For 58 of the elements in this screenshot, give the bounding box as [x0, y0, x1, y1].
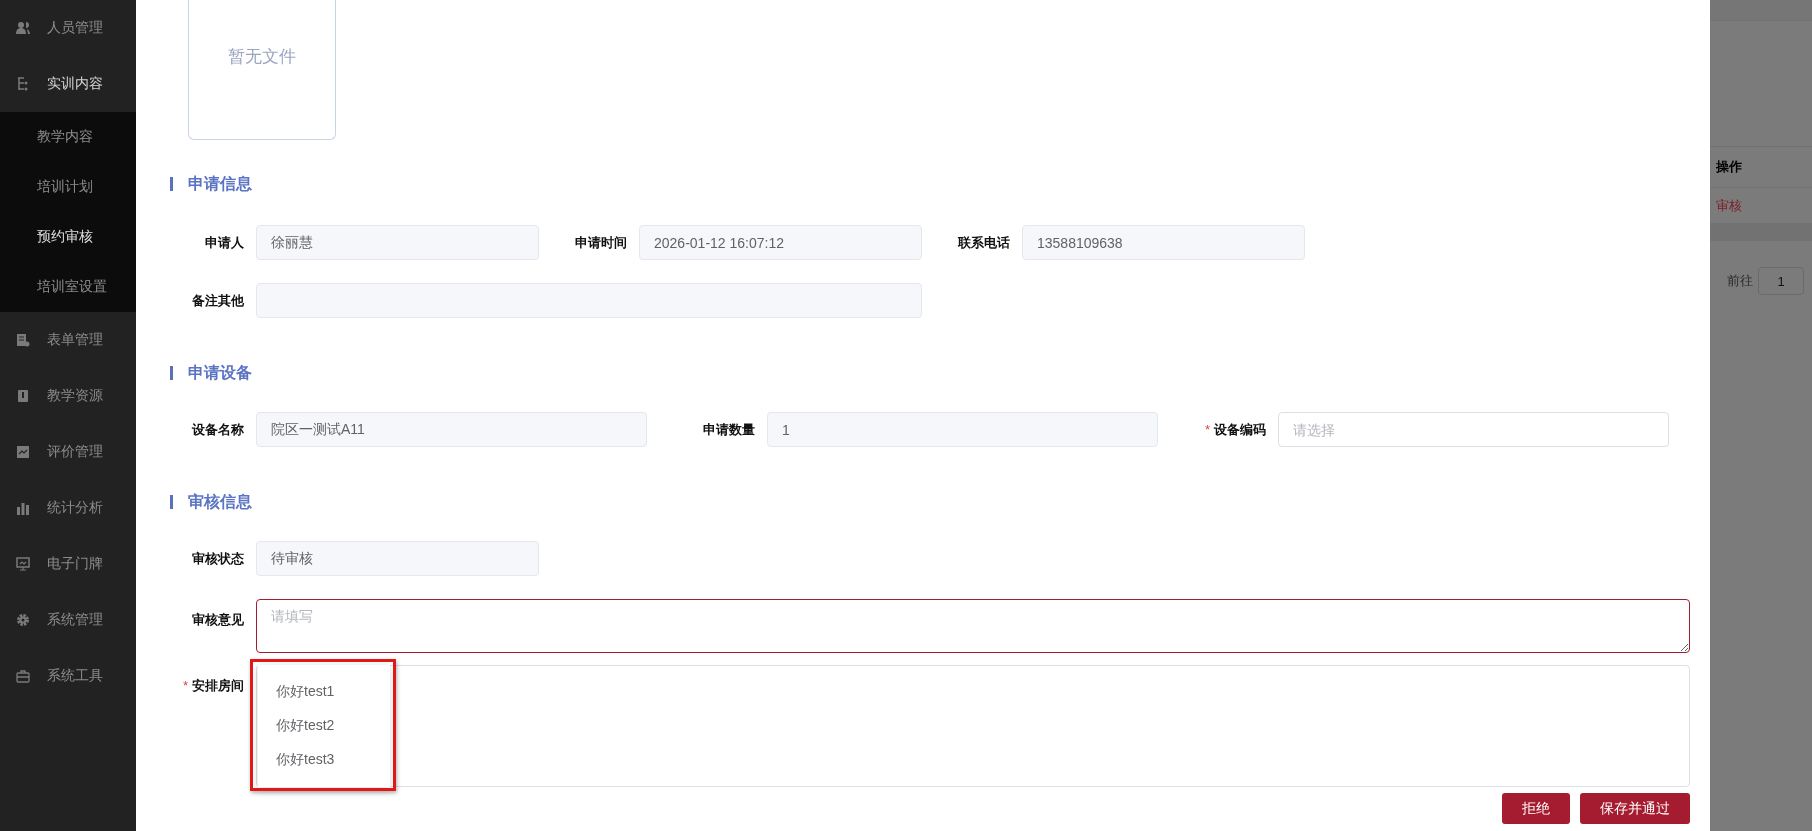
textarea-field[interactable]: 请填写	[256, 599, 1690, 653]
submenu-item[interactable]: 教学内容	[0, 112, 136, 162]
submenu-item[interactable]: 预约审核	[0, 212, 136, 262]
section-title: 申请信息	[188, 173, 252, 194]
input-field[interactable]: 1	[767, 412, 1158, 447]
chart-card-icon	[16, 445, 30, 459]
field-label: 备注其他	[192, 292, 244, 308]
input-field[interactable]	[256, 283, 922, 318]
user-icon	[16, 21, 30, 35]
input-field[interactable]: 请选择	[1278, 412, 1669, 447]
field-label: 申请人	[205, 234, 244, 250]
required-mark: *	[182, 678, 188, 693]
menu-item[interactable]: 电子门牌	[0, 536, 136, 592]
input-field[interactable]: 院区一测试A11	[256, 412, 647, 447]
briefcase-icon	[16, 669, 30, 683]
field-label: 设备编码	[1214, 421, 1266, 437]
input-field[interactable]: 2026-01-12 16:07:12	[639, 225, 922, 260]
gear-icon	[16, 613, 30, 627]
field-label: 申请数量	[703, 421, 755, 437]
reject-button[interactable]: 拒绝	[1502, 793, 1570, 824]
menu-item[interactable]: 人员管理	[0, 0, 136, 56]
input-field[interactable]: 待审核	[256, 541, 539, 576]
book-icon	[16, 389, 30, 403]
dropdown-option[interactable]: 你好test3	[258, 743, 390, 777]
monitor-icon	[16, 557, 30, 571]
field-label: 审核状态	[192, 550, 244, 566]
field-label: 审核意见	[192, 612, 244, 627]
field-label: 联系电话	[958, 234, 1010, 250]
menu-item[interactable]: 教学资源	[0, 368, 136, 424]
form-icon	[16, 333, 30, 347]
file-preview: 暂无文件	[188, 0, 336, 140]
input-field[interactable]: 徐丽慧	[256, 225, 539, 260]
required-mark: *	[1204, 421, 1210, 437]
field-label: 安排房间	[192, 678, 244, 693]
page-input[interactable]: 1	[1758, 267, 1804, 295]
approve-button[interactable]: 保存并通过	[1580, 793, 1690, 824]
section-title: 申请设备	[188, 362, 252, 383]
section-title: 审核信息	[188, 491, 252, 512]
menu-item[interactable]: 实训内容	[0, 56, 136, 112]
section-marker	[170, 177, 173, 191]
section-marker	[170, 495, 173, 509]
menu-item[interactable]: 系统工具	[0, 648, 136, 704]
submenu-item[interactable]: 培训室设置	[0, 262, 136, 312]
section-marker	[170, 366, 173, 380]
dropdown-option[interactable]: 你好test1	[258, 675, 390, 709]
dropdown-option[interactable]: 你好test2	[258, 709, 390, 743]
input-field[interactable]: 13588109638	[1022, 225, 1305, 260]
menu-item[interactable]: 系统管理	[0, 592, 136, 648]
menu-item[interactable]: 统计分析	[0, 480, 136, 536]
menu-item[interactable]: 表单管理	[0, 312, 136, 368]
submenu-item[interactable]: 培训计划	[0, 162, 136, 212]
menu-item[interactable]: 评价管理	[0, 424, 136, 480]
column-header: 操作	[1716, 158, 1742, 176]
tree-icon	[16, 77, 30, 91]
field-label: 设备名称	[192, 421, 244, 437]
bar-chart-icon	[16, 501, 30, 515]
field-label: 申请时间	[575, 234, 627, 250]
goto-label: 前往	[1727, 272, 1753, 290]
